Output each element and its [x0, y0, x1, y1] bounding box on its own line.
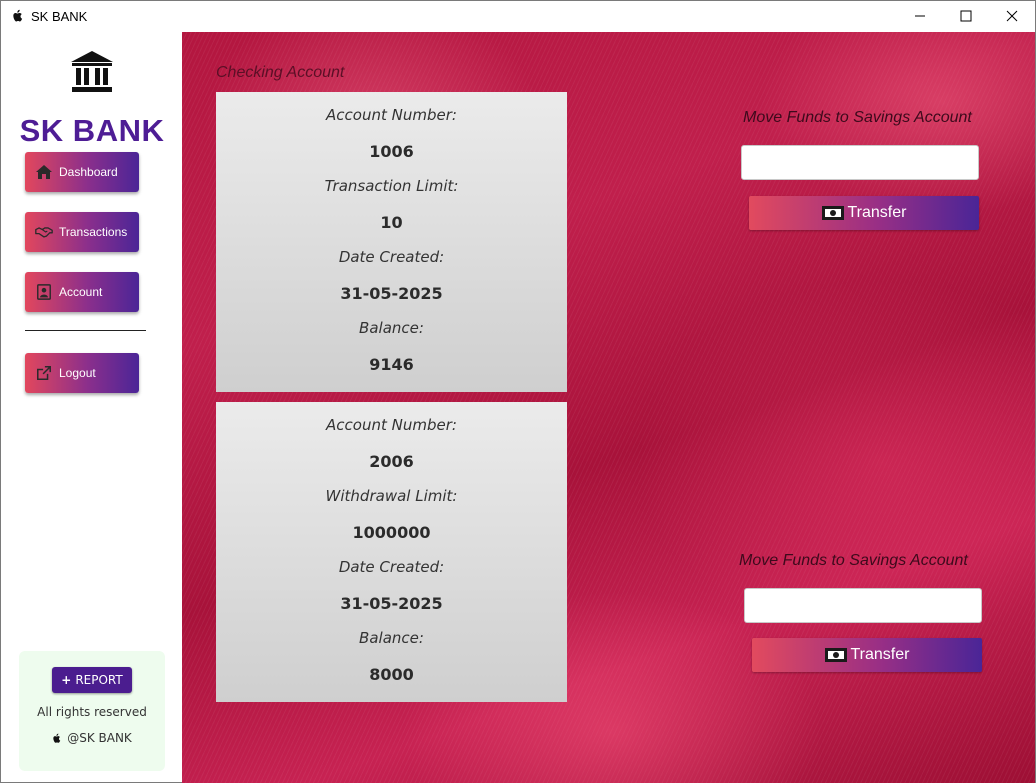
date-created-value: 31-05-2025	[340, 284, 443, 303]
title-bar: SK BANK	[1, 1, 1035, 31]
app-window: SK BANK SK BANK Dashboard Transactions A…	[0, 0, 1036, 783]
maximize-button[interactable]	[943, 1, 989, 31]
balance-value: 9146	[369, 355, 414, 374]
transfer-title-top: Move Funds to Savings Account	[743, 109, 972, 126]
dashboard-label: Dashboard	[59, 165, 118, 179]
section-title: Checking Account	[216, 64, 345, 81]
money-icon	[824, 648, 847, 662]
brand-title: SK BANK	[19, 113, 165, 148]
balance-label: Balance:	[359, 319, 424, 337]
window-title: SK BANK	[31, 8, 88, 24]
transactions-label: Transactions	[59, 225, 128, 239]
plus-icon: +	[61, 673, 72, 687]
close-icon	[1006, 10, 1018, 22]
minimize-button[interactable]	[897, 1, 943, 31]
date-created-label: Date Created:	[338, 558, 445, 576]
limit-label: Transaction Limit:	[324, 177, 459, 195]
logout-button[interactable]: Logout	[25, 353, 139, 393]
transfer-amount-input-bottom[interactable]	[744, 588, 982, 623]
sidebar-footer: + REPORT All rights reserved @SK BANK	[19, 651, 165, 771]
balance-label: Balance:	[359, 629, 424, 647]
bank-icon	[71, 51, 113, 92]
transfer-title-bottom: Move Funds to Savings Account	[739, 552, 968, 569]
limit-value: 10	[380, 213, 403, 232]
minimize-icon	[915, 15, 925, 17]
transfer-amount-input-top[interactable]	[741, 145, 979, 180]
footer-handle-text: @SK BANK	[67, 731, 132, 745]
home-icon	[34, 163, 54, 181]
sidebar-divider	[25, 330, 146, 331]
account-button[interactable]: Account	[25, 272, 139, 312]
footer-handle: @SK BANK	[19, 731, 165, 745]
transfer-button-label: Transfer	[847, 204, 907, 221]
report-label: REPORT	[75, 673, 123, 687]
account-label: Account	[59, 285, 103, 299]
limit-value: 1000000	[352, 523, 431, 542]
maximize-icon	[960, 10, 972, 22]
money-icon	[821, 206, 844, 220]
transactions-button[interactable]: Transactions	[25, 212, 139, 252]
rights-text: All rights reserved	[37, 705, 147, 719]
savings-account-card: Account Number: 2006 Withdrawal Limit: 1…	[216, 402, 567, 702]
account-number-value: 2006	[369, 452, 414, 471]
transfer-button-top[interactable]: Transfer	[749, 196, 979, 230]
date-created-label: Date Created:	[338, 248, 445, 266]
balance-value: 8000	[369, 665, 414, 684]
apple-icon	[53, 733, 61, 743]
logout-label: Logout	[59, 366, 96, 380]
dashboard-button[interactable]: Dashboard	[25, 152, 139, 192]
close-button[interactable]	[989, 1, 1035, 31]
account-number-label: Account Number:	[326, 106, 457, 124]
transfer-button-label: Transfer	[850, 646, 910, 663]
apple-icon	[13, 9, 23, 22]
handshake-icon	[34, 223, 54, 241]
limit-label: Withdrawal Limit:	[325, 487, 458, 505]
external-link-icon	[34, 364, 54, 382]
sidebar: SK BANK Dashboard Transactions Account L…	[4, 41, 180, 774]
transfer-button-bottom[interactable]: Transfer	[752, 638, 982, 672]
account-number-label: Account Number:	[326, 416, 457, 434]
report-button[interactable]: + REPORT	[52, 667, 132, 693]
date-created-value: 31-05-2025	[340, 594, 443, 613]
account-number-value: 1006	[369, 142, 414, 161]
checking-account-card: Account Number: 1006 Transaction Limit: …	[216, 92, 567, 392]
account-icon	[34, 283, 54, 301]
